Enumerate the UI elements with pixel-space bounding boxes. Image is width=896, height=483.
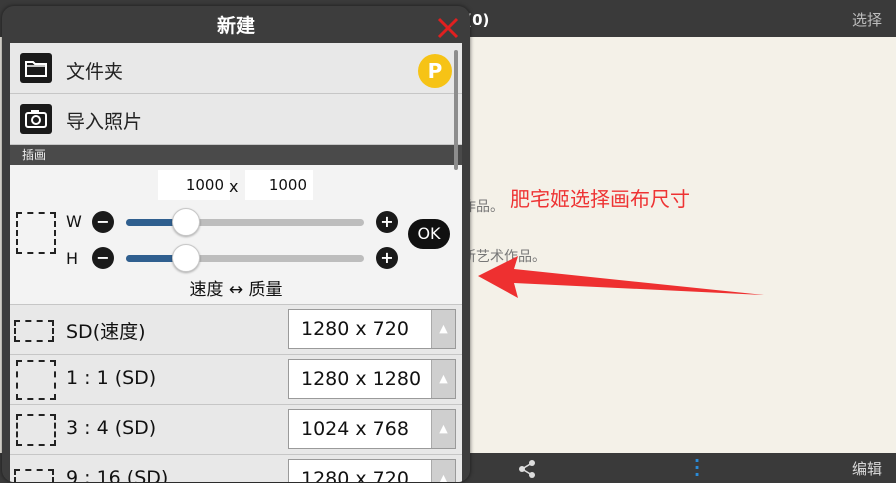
preset-row-9-16[interactable]: 9 : 16 (SD) 1280 x 720 ▲: [10, 455, 462, 482]
aspect-1-1-icon: [16, 360, 56, 400]
section-header-illustration: 插画: [10, 145, 462, 165]
height-input[interactable]: 1000: [245, 170, 313, 200]
custom-aspect-preview: [16, 212, 56, 254]
height-axis-label: H: [66, 249, 79, 268]
aspect-9-16-icon: [14, 469, 54, 482]
preset-size-select[interactable]: 1280 x 1280 ▲: [288, 359, 456, 399]
folder-label: 文件夹: [66, 61, 124, 83]
width-input[interactable]: 1000: [158, 170, 230, 200]
preset-row-sd[interactable]: SD(速度) 1280 x 720 ▲: [10, 305, 462, 355]
annotation-text: 肥宅姬选择画布尺寸: [510, 187, 690, 211]
preset-size-select[interactable]: 1280 x 720 ▲: [288, 459, 456, 482]
preset-size-select[interactable]: 1280 x 720 ▲: [288, 309, 456, 349]
preset-size-value: 1024 x 768: [301, 418, 409, 440]
triangle-up-icon[interactable]: ▲: [431, 460, 455, 482]
size-separator: x: [229, 177, 239, 196]
more-vertical-icon[interactable]: · · ·: [690, 453, 704, 483]
preset-size-value: 1280 x 720: [301, 318, 409, 340]
width-axis-label: W: [66, 212, 82, 231]
preset-size-value: 1280 x 1280: [301, 368, 422, 390]
height-slider-thumb[interactable]: [171, 244, 200, 272]
aspect-16-9-icon: [14, 320, 54, 342]
camera-icon: [20, 104, 52, 134]
aspect-3-4-icon: [16, 414, 56, 446]
preset-size-select[interactable]: 1024 x 768 ▲: [288, 409, 456, 449]
preset-size-value: 1280 x 720: [301, 468, 409, 482]
share-icon[interactable]: [517, 459, 537, 483]
preset-name: 9 : 16 (SD): [66, 467, 169, 482]
ok-button[interactable]: OK: [408, 219, 450, 249]
width-minus-button[interactable]: −: [92, 211, 114, 233]
height-minus-button[interactable]: −: [92, 247, 114, 269]
height-plus-button[interactable]: +: [376, 247, 398, 269]
dialog-list[interactable]: 文件夹 P 导入照片 插画 1000 x 1000 W − + H − + OK…: [10, 43, 462, 482]
width-slider[interactable]: [126, 219, 364, 226]
preset-row-1-1[interactable]: 1 : 1 (SD) 1280 x 1280 ▲: [10, 355, 462, 405]
width-plus-button[interactable]: +: [376, 211, 398, 233]
speed-quality-label: 速度 ↔ 质量: [189, 280, 283, 300]
triangle-up-icon[interactable]: ▲: [431, 310, 455, 348]
custom-size-panel: 1000 x 1000 W − + H − + OK 速度 ↔ 质量: [10, 165, 462, 305]
premium-badge: P: [418, 54, 452, 88]
triangle-up-icon[interactable]: ▲: [431, 360, 455, 398]
list-item-import-photo[interactable]: 导入照片: [10, 94, 462, 145]
close-x-icon[interactable]: [436, 16, 460, 40]
dialog-title: 新建: [216, 15, 255, 37]
height-slider[interactable]: [126, 255, 364, 262]
annotation-arrow-icon: [478, 256, 764, 298]
preset-row-3-4[interactable]: 3 : 4 (SD) 1024 x 768 ▲: [10, 405, 462, 455]
list-item-folder[interactable]: 文件夹 P: [10, 43, 462, 94]
triangle-up-icon[interactable]: ▲: [431, 410, 455, 448]
preset-name: 3 : 4 (SD): [66, 417, 157, 439]
dialog-scrollbar[interactable]: [454, 50, 458, 170]
preset-name: 1 : 1 (SD): [66, 367, 157, 389]
width-slider-thumb[interactable]: [171, 208, 200, 236]
folder-icon: [20, 53, 52, 83]
import-photo-label: 导入照片: [66, 111, 143, 133]
preset-name: SD(速度): [66, 321, 146, 343]
new-dialog: 新建 文件夹 P 导入照片 插画 1000 x 1000 W − + H − +…: [2, 6, 470, 482]
select-button[interactable]: 选择: [852, 9, 882, 30]
edit-button[interactable]: 编辑: [852, 458, 882, 479]
